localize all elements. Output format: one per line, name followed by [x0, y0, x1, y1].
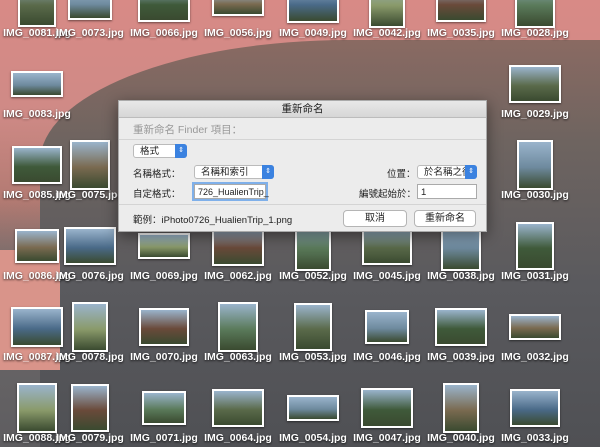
image-thumbnail — [509, 65, 561, 103]
rename-dialog: 重新命名 重新命名 Finder 項目： 格式 ⇕ 名稱格式： 名稱和索引 ⇕ 位置… — [118, 100, 487, 232]
custom-format-input[interactable]: 726_HualienTrip_ — [194, 184, 269, 199]
divider — [119, 139, 486, 140]
file-icon[interactable]: IMG_0073.jpg — [53, 0, 127, 40]
image-thumbnail — [517, 140, 553, 190]
file-name-label: IMG_0028.jpg — [501, 27, 569, 39]
file-icon[interactable]: IMG_0030.jpg — [498, 138, 572, 202]
file-icon[interactable]: IMG_0056.jpg — [201, 0, 275, 40]
image-thumbnail — [70, 140, 110, 190]
image-thumbnail — [212, 0, 264, 16]
image-thumbnail — [212, 226, 264, 266]
image-thumbnail — [436, 0, 486, 22]
custom-format-label: 自定格式： — [133, 189, 181, 200]
file-icon[interactable]: IMG_0046.jpg — [350, 300, 424, 364]
file-icon[interactable]: IMG_0039.jpg — [424, 300, 498, 364]
image-thumbnail — [71, 384, 109, 432]
image-thumbnail — [287, 395, 339, 421]
file-name-label: IMG_0030.jpg — [501, 189, 569, 201]
file-icon[interactable]: IMG_0078.jpg — [53, 300, 127, 364]
file-icon[interactable]: IMG_0070.jpg — [127, 300, 201, 364]
image-thumbnail — [365, 310, 409, 344]
position-label: 位置： — [387, 169, 416, 180]
image-thumbnail — [516, 222, 554, 270]
image-thumbnail — [443, 383, 479, 433]
image-thumbnail — [72, 302, 108, 352]
cancel-button[interactable]: 取消 — [343, 210, 407, 227]
file-icon[interactable]: IMG_0075.jpg — [53, 138, 127, 202]
file-name-label: IMG_0032.jpg — [501, 351, 569, 363]
image-thumbnail — [509, 314, 561, 340]
name-format-value: 名稱和索引 — [201, 167, 249, 178]
name-format-label: 名稱格式： — [133, 169, 181, 180]
position-select[interactable]: 於名稱之後 ⇕ — [417, 165, 477, 179]
file-icon[interactable]: IMG_0063.jpg — [201, 300, 275, 364]
file-icon[interactable]: IMG_0032.jpg — [498, 300, 572, 364]
image-thumbnail — [362, 227, 412, 265]
file-name-label: IMG_0083.jpg — [3, 108, 71, 120]
image-thumbnail — [17, 383, 57, 433]
dialog-subtitle: 重新命名 Finder 項目： — [133, 124, 243, 136]
divider — [119, 204, 486, 205]
file-icon[interactable]: IMG_0028.jpg — [498, 0, 572, 40]
chevron-updown-icon: ⇕ — [262, 165, 274, 179]
image-thumbnail — [68, 0, 112, 20]
file-icon[interactable]: IMG_0049.jpg — [276, 0, 350, 40]
file-icon[interactable]: IMG_0042.jpg — [350, 0, 424, 40]
file-icon[interactable]: IMG_0071.jpg — [127, 381, 201, 445]
image-thumbnail — [287, 0, 339, 23]
rename-button[interactable]: 重新命名 — [414, 210, 476, 227]
chevron-updown-icon: ⇕ — [175, 144, 187, 158]
image-thumbnail — [218, 302, 258, 352]
image-thumbnail — [11, 71, 63, 97]
dialog-title: 重新命名 — [119, 101, 486, 118]
image-thumbnail — [139, 308, 189, 346]
file-icon[interactable]: IMG_0064.jpg — [201, 381, 275, 445]
image-thumbnail — [435, 308, 487, 346]
file-icon[interactable]: IMG_0066.jpg — [127, 0, 201, 40]
image-thumbnail — [369, 0, 405, 28]
image-thumbnail — [142, 391, 186, 425]
file-name-label: IMG_0031.jpg — [501, 270, 569, 282]
file-icon[interactable]: IMG_0033.jpg — [498, 381, 572, 445]
start-number-label: 編號起始於： — [359, 189, 417, 200]
file-icon[interactable]: IMG_0040.jpg — [424, 381, 498, 445]
rename-mode-select[interactable]: 格式 ⇕ — [133, 144, 187, 158]
image-thumbnail — [212, 389, 264, 427]
file-icon[interactable]: IMG_0054.jpg — [276, 381, 350, 445]
example-text: 範例：iPhoto0726_HualienTrip_1.png — [133, 215, 293, 226]
image-thumbnail — [294, 303, 332, 351]
file-icon[interactable]: IMG_0076.jpg — [53, 219, 127, 283]
image-thumbnail — [18, 0, 56, 27]
file-icon[interactable]: IMG_0031.jpg — [498, 219, 572, 283]
image-thumbnail — [510, 389, 560, 427]
file-name-label: IMG_0029.jpg — [501, 108, 569, 120]
image-thumbnail — [515, 0, 555, 28]
start-number-input[interactable]: 1 — [417, 184, 477, 199]
image-thumbnail — [138, 233, 190, 259]
image-thumbnail — [361, 388, 413, 428]
file-icon[interactable]: IMG_0029.jpg — [498, 57, 572, 121]
file-icon[interactable]: IMG_0079.jpg — [53, 381, 127, 445]
name-format-select[interactable]: 名稱和索引 ⇕ — [194, 165, 274, 179]
file-icon[interactable]: IMG_0083.jpg — [0, 57, 74, 121]
file-icon[interactable]: IMG_0053.jpg — [276, 300, 350, 364]
file-icon[interactable]: IMG_0047.jpg — [350, 381, 424, 445]
chevron-updown-icon: ⇕ — [465, 165, 477, 179]
file-icon[interactable]: IMG_0035.jpg — [424, 0, 498, 40]
image-thumbnail — [138, 0, 190, 22]
rename-mode-value: 格式 — [140, 146, 160, 157]
image-thumbnail — [64, 227, 116, 265]
file-name-label: IMG_0033.jpg — [501, 432, 569, 444]
